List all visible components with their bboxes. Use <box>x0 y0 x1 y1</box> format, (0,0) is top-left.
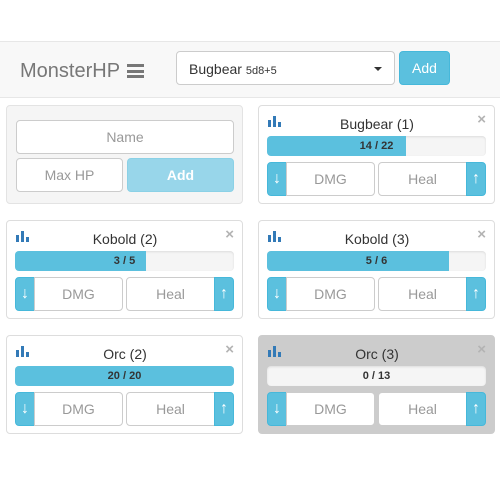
arrow-down-icon: ↓ <box>21 285 29 302</box>
hp-progress-bar: 14 / 22 <box>267 136 486 156</box>
hp-controls: ↓ DMG Heal ↑ <box>15 392 234 426</box>
bar-chart-icon[interactable] <box>268 345 282 357</box>
new-monster-form: Name Max HP Add <box>6 105 243 204</box>
hp-controls: ↓ DMG Heal ↑ <box>15 277 234 311</box>
heal-button[interactable]: ↑ <box>466 277 486 311</box>
hp-progress-bar: 0 / 13 <box>267 366 486 386</box>
monster-name: Orc (3) <box>355 346 399 362</box>
bar-chart-icon[interactable] <box>16 345 30 357</box>
bar-chart-icon[interactable] <box>268 230 282 242</box>
damage-button[interactable]: ↓ <box>267 277 287 311</box>
heal-button[interactable]: ↑ <box>214 392 234 426</box>
monster-name: Bugbear (1) <box>340 116 414 132</box>
monster-name: Kobold (3) <box>344 231 410 247</box>
navbar: MonsterHP Bugbear 5d8+5 Add <box>0 41 500 98</box>
heal-input[interactable]: Heal <box>378 277 467 311</box>
heal-button[interactable]: ↑ <box>466 162 486 196</box>
heal-input[interactable]: Heal <box>126 277 215 311</box>
bar-chart-icon[interactable] <box>268 115 282 127</box>
hp-progress-bar: 3 / 5 <box>15 251 234 271</box>
close-icon[interactable]: × <box>477 342 486 357</box>
monster-name: Kobold (2) <box>92 231 158 247</box>
monster-card: Kobold (2) × 3 / 5 ↓ DMG Heal ↑ <box>6 220 243 319</box>
arrow-down-icon: ↓ <box>273 170 281 187</box>
arrow-up-icon: ↑ <box>220 400 228 417</box>
close-icon[interactable]: × <box>225 342 234 357</box>
monster-type-dice: 5d8+5 <box>245 65 277 77</box>
add-monster-button[interactable]: Add <box>399 51 450 85</box>
monster-type-select[interactable]: Bugbear 5d8+5 <box>176 51 395 85</box>
damage-input[interactable]: DMG <box>286 392 375 426</box>
monster-card: Orc (2) × 20 / 20 ↓ DMG Heal ↑ <box>6 335 243 434</box>
arrow-up-icon: ↑ <box>472 170 480 187</box>
damage-button[interactable]: ↓ <box>267 392 287 426</box>
hp-progress-bar: 20 / 20 <box>15 366 234 386</box>
arrow-down-icon: ↓ <box>273 285 281 302</box>
damage-button[interactable]: ↓ <box>15 277 35 311</box>
arrow-up-icon: ↑ <box>220 285 228 302</box>
hp-text: 0 / 13 <box>362 370 391 382</box>
damage-input[interactable]: DMG <box>34 392 123 426</box>
name-input[interactable]: Name <box>16 120 234 154</box>
hp-text: 5 / 6 <box>365 255 388 267</box>
damage-input[interactable]: DMG <box>34 277 123 311</box>
hp-controls: ↓ DMG Heal ↑ <box>267 162 486 196</box>
hp-text: 14 / 22 <box>359 140 394 152</box>
monster-type-selected: Bugbear 5d8+5 <box>189 61 277 77</box>
heal-input[interactable]: Heal <box>378 392 467 426</box>
close-icon[interactable]: × <box>477 112 486 127</box>
monster-name: Orc (2) <box>103 346 147 362</box>
close-icon[interactable]: × <box>225 227 234 242</box>
arrow-up-icon: ↑ <box>472 400 480 417</box>
hp-text: 20 / 20 <box>107 370 142 382</box>
heal-input[interactable]: Heal <box>126 392 215 426</box>
monster-card: Kobold (3) × 5 / 6 ↓ DMG Heal ↑ <box>258 220 495 319</box>
app-title[interactable]: MonsterHP <box>20 60 120 83</box>
heal-input[interactable]: Heal <box>378 162 467 196</box>
damage-button[interactable]: ↓ <box>267 162 287 196</box>
damage-input[interactable]: DMG <box>286 277 375 311</box>
max-hp-input[interactable]: Max HP <box>16 158 123 192</box>
hp-controls: ↓ DMG Heal ↑ <box>267 392 486 426</box>
hamburger-icon[interactable] <box>127 64 144 78</box>
hp-controls: ↓ DMG Heal ↑ <box>267 277 486 311</box>
hp-text: 3 / 5 <box>113 255 136 267</box>
arrow-down-icon: ↓ <box>21 400 29 417</box>
arrow-up-icon: ↑ <box>472 285 480 302</box>
chevron-down-icon <box>374 67 382 71</box>
monster-type-name: Bugbear <box>189 61 242 77</box>
arrow-down-icon: ↓ <box>273 400 281 417</box>
monster-card: Bugbear (1) × 14 / 22 ↓ DMG Heal ↑ <box>258 105 495 204</box>
heal-button[interactable]: ↑ <box>466 392 486 426</box>
damage-input[interactable]: DMG <box>286 162 375 196</box>
bar-chart-icon[interactable] <box>16 230 30 242</box>
add-custom-monster-button[interactable]: Add <box>127 158 234 192</box>
hp-progress-bar: 5 / 6 <box>267 251 486 271</box>
damage-button[interactable]: ↓ <box>15 392 35 426</box>
close-icon[interactable]: × <box>477 227 486 242</box>
monster-card: Orc (3) × 0 / 13 ↓ DMG Heal ↑ <box>258 335 495 434</box>
heal-button[interactable]: ↑ <box>214 277 234 311</box>
